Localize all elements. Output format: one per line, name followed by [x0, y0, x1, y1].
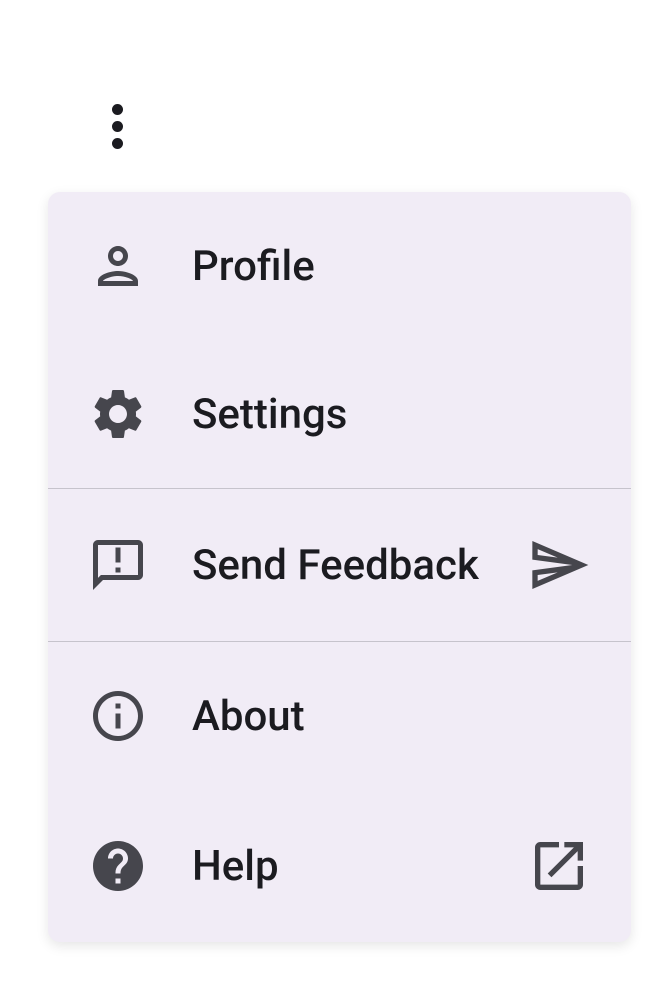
person-icon — [88, 236, 148, 296]
menu-item-settings[interactable]: Settings — [48, 340, 631, 488]
menu: Profile Settings Send Feedback About Hel… — [48, 192, 631, 942]
menu-item-send-feedback[interactable]: Send Feedback — [48, 489, 631, 641]
menu-item-label: About — [192, 692, 591, 741]
feedback-icon — [88, 535, 148, 595]
more-vert-icon — [112, 104, 123, 149]
open-in-new-icon — [527, 834, 591, 898]
menu-item-profile[interactable]: Profile — [48, 192, 631, 340]
menu-item-help[interactable]: Help — [48, 790, 631, 942]
help-icon — [88, 836, 148, 896]
settings-icon — [88, 384, 148, 444]
menu-item-label: Settings — [192, 390, 591, 439]
menu-item-about[interactable]: About — [48, 642, 631, 790]
menu-item-label: Help — [192, 842, 483, 891]
send-icon — [527, 533, 591, 597]
menu-item-label: Profile — [192, 242, 591, 291]
more-button[interactable] — [104, 96, 131, 157]
info-icon — [88, 686, 148, 746]
menu-item-label: Send Feedback — [192, 541, 483, 590]
